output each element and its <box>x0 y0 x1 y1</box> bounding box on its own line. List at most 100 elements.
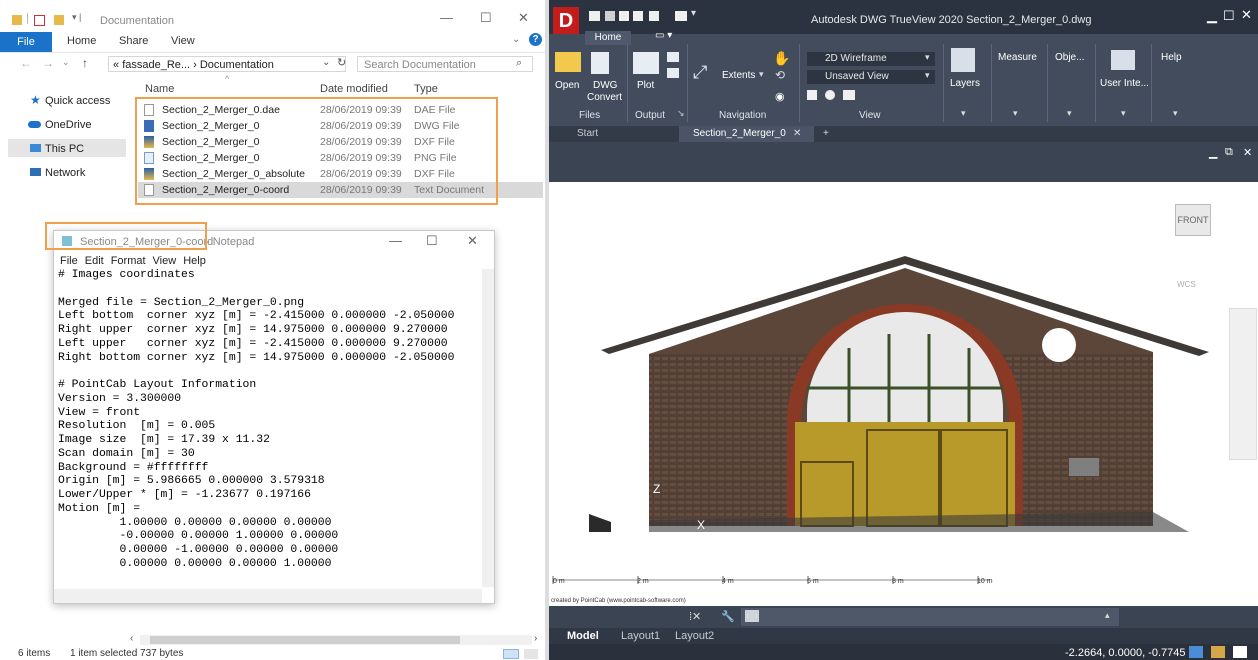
scroll-left-icon[interactable]: ‹ <box>130 633 133 644</box>
menu-file[interactable]: File <box>60 255 78 267</box>
dwg-convert-label-1[interactable]: DWG <box>593 80 617 91</box>
command-history-icon[interactable]: ▴ <box>1105 610 1110 621</box>
breadcrumb-current[interactable]: Documentation <box>200 59 274 71</box>
scrollbar-thumb[interactable] <box>150 636 460 644</box>
qat-dropdown-icon[interactable]: ▾ <box>691 8 696 19</box>
command-prompt-icon[interactable] <box>745 610 759 622</box>
dwg-convert-icon[interactable] <box>591 52 609 74</box>
preview-quick-icon[interactable] <box>633 11 643 21</box>
nav-quick-access[interactable]: Quick access <box>45 95 110 107</box>
ucs-icon[interactable] <box>843 90 855 100</box>
tab-close-icon[interactable]: ✕ <box>793 128 801 139</box>
object-button[interactable]: Obje... <box>1055 52 1084 63</box>
layers-button[interactable]: Layers <box>950 78 980 89</box>
ribbon-expand-icon[interactable]: ⌄ <box>512 34 520 45</box>
recent-dropdown-icon[interactable]: ⌄ <box>62 57 70 68</box>
open-quick-icon[interactable] <box>589 11 600 21</box>
address-dropdown-icon[interactable]: ⌄ <box>322 57 330 68</box>
new-folder-icon[interactable] <box>54 15 64 25</box>
fullscreen-icon[interactable] <box>1233 646 1247 658</box>
notepad-horizontal-scrollbar[interactable] <box>54 589 482 603</box>
output-expand-icon[interactable]: ↘ <box>677 108 685 119</box>
help-icon[interactable]: ? <box>529 33 542 46</box>
user-interface-dropdown-icon[interactable]: ▾ <box>1121 108 1126 119</box>
details-view-icon[interactable] <box>503 649 519 659</box>
visual-style-chevron-icon[interactable]: ▾ <box>925 52 930 63</box>
tab-view[interactable]: View <box>171 35 195 47</box>
tv-minimize-button[interactable]: ▁ <box>1207 8 1217 24</box>
notepad-maximize-button[interactable]: ☐ <box>426 233 438 249</box>
open-button[interactable]: Open <box>555 80 579 91</box>
menu-edit[interactable]: Edit <box>85 255 104 267</box>
tab-model[interactable]: Model <box>567 630 599 642</box>
vp-close-icon[interactable]: ✕ <box>1243 146 1252 159</box>
tab-drawing-label[interactable]: Section_2_Merger_0 <box>693 128 786 139</box>
viewport-icon[interactable] <box>807 90 817 100</box>
vp-restore-icon[interactable]: ⧉ <box>1225 146 1233 159</box>
open-folder-icon[interactable] <box>555 52 581 72</box>
notepad-vertical-scrollbar[interactable] <box>482 269 494 587</box>
dwg-convert-label-2[interactable]: Convert <box>587 92 622 103</box>
notepad-text-area[interactable]: # Images coordinates Merged file = Secti… <box>58 269 478 589</box>
wcs-menu[interactable]: WCS <box>1177 280 1196 289</box>
object-dropdown-icon[interactable]: ▾ <box>1067 108 1072 119</box>
refresh-icon[interactable]: ↻ <box>337 56 346 69</box>
close-button[interactable]: ✕ <box>518 10 529 26</box>
minimize-button[interactable]: — <box>440 10 453 25</box>
layers-icon[interactable] <box>951 48 975 72</box>
up-arrow-icon[interactable]: ↑ <box>82 56 88 70</box>
tab-share[interactable]: Share <box>119 35 148 47</box>
command-grip-icon[interactable]: ⁞✕ <box>689 610 701 623</box>
tab-start[interactable]: Start <box>577 128 598 139</box>
tab-layout2[interactable]: Layout2 <box>675 630 714 642</box>
measure-dropdown-icon[interactable]: ▾ <box>1013 108 1018 119</box>
nav-onedrive[interactable]: OneDrive <box>45 119 91 131</box>
back-arrow-icon[interactable]: ← <box>20 56 32 70</box>
viewcube-front[interactable]: FRONT <box>1175 204 1211 236</box>
measure-button[interactable]: Measure <box>998 52 1037 63</box>
annotation-scale-icon[interactable] <box>1211 646 1225 658</box>
visual-style-dropdown[interactable]: 2D Wireframe <box>807 52 935 66</box>
extents-dropdown-icon[interactable]: ▾ <box>759 69 764 80</box>
plot-button[interactable]: Plot <box>637 80 654 91</box>
extents-zoom-icon[interactable]: ⤢ <box>693 62 707 83</box>
nav-this-pc[interactable]: This PC <box>45 143 84 155</box>
maximize-button[interactable]: ☐ <box>480 10 492 26</box>
tab-file[interactable]: File <box>0 32 52 52</box>
forward-arrow-icon[interactable]: → <box>42 56 54 70</box>
horizontal-scrollbar[interactable] <box>140 635 532 645</box>
vp-minimize-icon[interactable]: ▁ <box>1209 146 1217 159</box>
menu-help[interactable]: Help <box>183 255 206 267</box>
quick-access-dropdown-icon[interactable]: ▾ | <box>72 12 81 23</box>
tab-layout1[interactable]: Layout1 <box>621 630 660 642</box>
tv-restore-button[interactable]: ☐ <box>1223 8 1235 24</box>
print-quick-icon[interactable] <box>619 11 629 21</box>
menu-format[interactable]: Format <box>111 255 146 267</box>
help-dropdown-icon[interactable]: ▾ <box>1173 108 1178 119</box>
named-view-chevron-icon[interactable]: ▾ <box>925 70 930 81</box>
plot-quick-icon[interactable] <box>675 11 687 21</box>
named-view-dropdown[interactable]: Unsaved View <box>807 70 935 84</box>
user-interface-icon[interactable] <box>1111 50 1135 70</box>
menu-view[interactable]: View <box>153 255 177 267</box>
layers-dropdown-icon[interactable]: ▾ <box>961 108 966 119</box>
view-icon[interactable] <box>825 90 835 100</box>
breadcrumb-overflow[interactable]: « <box>113 59 119 71</box>
ribbon-toggle-icon[interactable]: ▭ ▾ <box>655 30 672 41</box>
help-button[interactable]: Help <box>1161 52 1182 63</box>
search-icon[interactable]: ⌕ <box>516 57 522 70</box>
address-bar[interactable]: « fassade_Re... › Documentation <box>108 56 346 72</box>
column-header-name[interactable]: Name <box>145 83 174 95</box>
properties-icon[interactable] <box>34 15 45 26</box>
drawing-viewport[interactable]: FRONT WCS Z X 0 m 2 m 4 m 6 m 8 m 10 m c… <box>549 182 1258 606</box>
batch-plot-icon[interactable] <box>667 52 679 62</box>
save-quick-icon[interactable] <box>605 11 615 21</box>
tab-home[interactable]: Home <box>585 31 631 45</box>
preview-icon[interactable] <box>667 68 679 78</box>
customize-wrench-icon[interactable]: 🔧 <box>721 610 735 623</box>
pan-hand-icon[interactable]: ✋ <box>773 50 790 67</box>
notepad-close-button[interactable]: ✕ <box>467 233 478 249</box>
navigation-bar[interactable] <box>1229 308 1257 460</box>
nav-network[interactable]: Network <box>45 167 85 179</box>
large-icons-view-icon[interactable] <box>524 649 538 659</box>
